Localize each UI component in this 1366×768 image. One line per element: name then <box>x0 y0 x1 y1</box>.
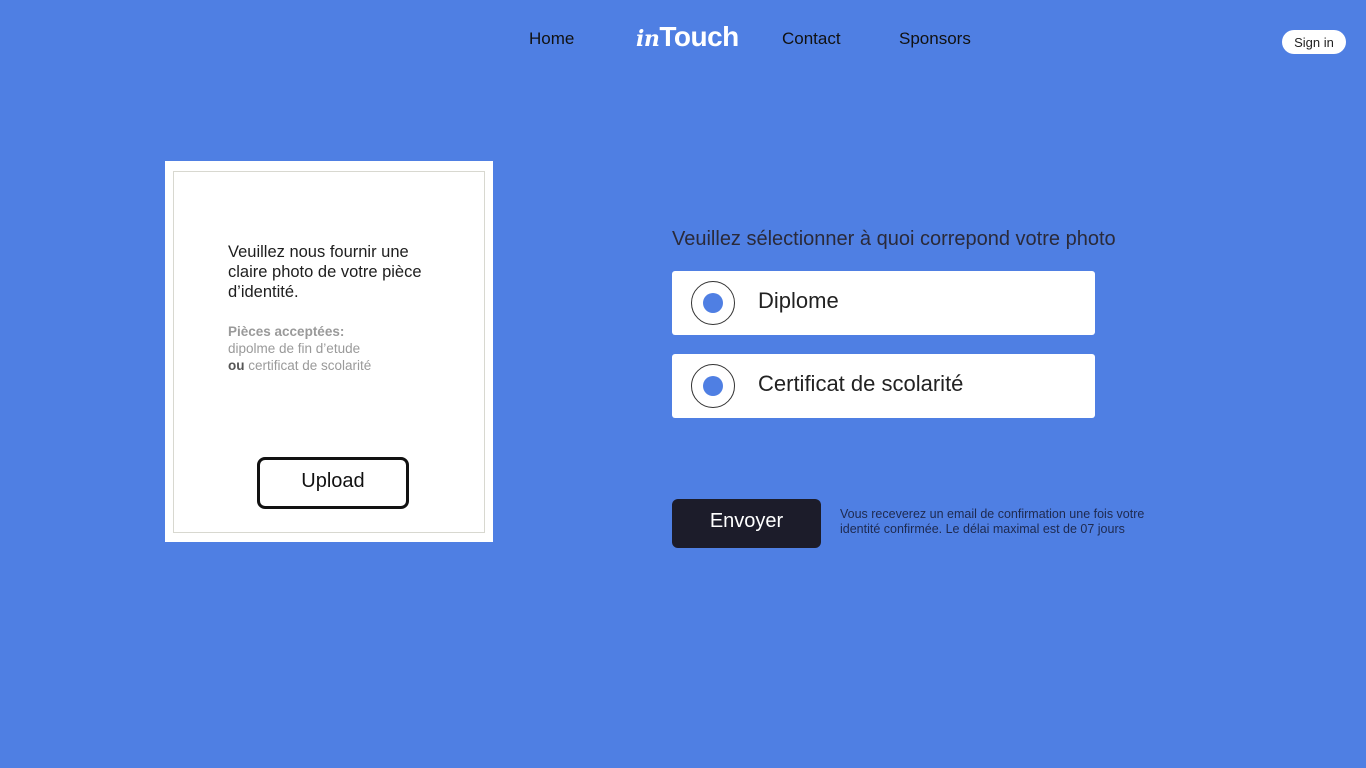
accepted-item-certificate-line: ou certificat de scolarité <box>228 357 458 374</box>
sign-in-button[interactable]: Sign in <box>1282 30 1346 54</box>
option-diplome[interactable]: Diplome <box>672 271 1095 335</box>
accepted-documents: Pièces acceptées: dipolme de fin d’etude… <box>228 323 458 374</box>
upload-instruction: Veuillez nous fournir une claire photo d… <box>228 243 422 301</box>
option-diplome-label: Diplome <box>758 288 839 313</box>
logo-main: Touch <box>659 21 739 52</box>
accepted-label: Pièces acceptées: <box>228 324 345 339</box>
nav-contact-link[interactable]: Contact <box>782 29 841 49</box>
option-certificat[interactable]: Certificat de scolarité <box>672 354 1095 418</box>
radio-certificat[interactable] <box>691 364 735 408</box>
nav-home-link[interactable]: Home <box>529 29 574 49</box>
selection-prompt: Veuillez sélectionner à quoi correpond v… <box>672 228 1116 250</box>
accepted-item-diploma: dipolme de fin d’etude <box>228 341 361 356</box>
nav-sponsors-link[interactable]: Sponsors <box>899 29 971 49</box>
upload-card: Veuillez nous fournir une claire photo d… <box>165 161 493 542</box>
upload-card-frame: Veuillez nous fournir une claire photo d… <box>173 171 485 533</box>
accepted-item-certificate: certificat de scolarité <box>248 358 372 373</box>
logo-prefix: in <box>636 26 660 52</box>
option-certificat-label: Certificat de scolarité <box>758 371 964 396</box>
intouch-logo[interactable]: inTouch <box>636 21 739 53</box>
or-word: ou <box>228 358 245 373</box>
upload-button[interactable]: Upload <box>257 457 409 509</box>
radio-diplome[interactable] <box>691 281 735 325</box>
confirmation-note: Vous receverez un email de confirmation … <box>840 507 1145 536</box>
envoyer-button[interactable]: Envoyer <box>672 499 821 548</box>
